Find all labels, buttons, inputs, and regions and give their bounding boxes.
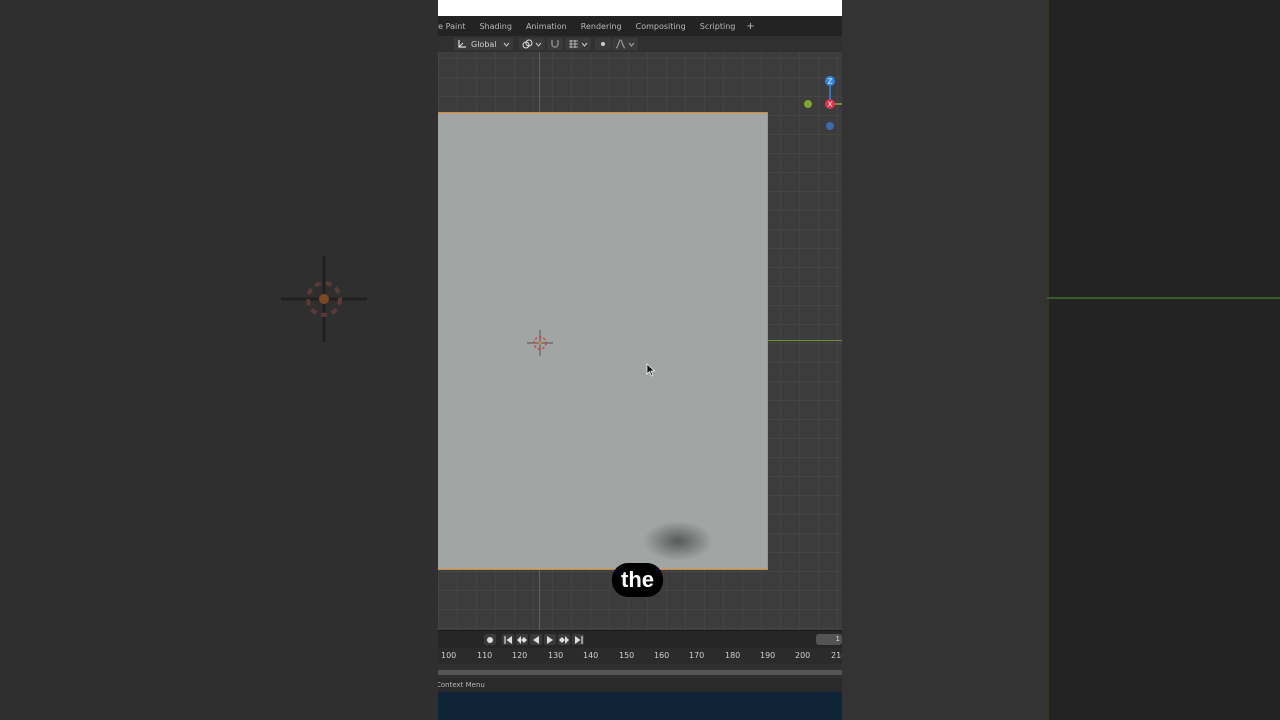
ruler-tick: 190 [760,651,776,660]
prev-keyframe-icon [517,635,527,644]
jump-to-start-button[interactable] [502,634,514,645]
ruler-tick: 160 [654,651,670,660]
viewport-header: Global [438,36,842,52]
ruler-tick: 200 [795,651,811,660]
record-button[interactable] [484,634,496,645]
playback-controls [484,634,584,645]
jump-to-end-button[interactable] [572,634,584,645]
next-keyframe-icon [559,635,569,644]
left-backdrop [0,0,438,720]
taskbar-band [438,692,842,720]
tab-texture-paint[interactable]: ure Paint [438,22,472,31]
orientation-axes-icon [458,40,466,48]
status-hint-context-menu: Context Menu [438,681,485,689]
jump-end-icon [574,635,583,644]
snap-target-dropdown[interactable] [564,38,591,50]
pivot-point-dropdown[interactable] [518,38,545,50]
play-reverse-icon [533,635,539,644]
proportional-dot-icon [600,42,605,46]
transform-orientation-dropdown[interactable]: Global [454,38,513,50]
snap-toggle[interactable] [546,38,563,50]
top-white-strip [438,0,842,16]
3d-cursor-icon [527,330,553,356]
workspace-tabs: ure Paint Shading Animation Rendering Co… [438,16,842,36]
selected-plane-object[interactable]: the [438,112,768,597]
ruler-tick: 150 [619,651,635,660]
ruler-tick: 120 [512,651,528,660]
timeline-scrollbar[interactable] [438,670,842,675]
add-workspace-button[interactable]: + [742,21,758,32]
play-icon [547,635,553,644]
play-button[interactable] [544,634,556,645]
proportional-falloff-dropdown[interactable] [611,38,638,50]
tab-shading[interactable]: Shading [472,22,519,31]
chevron-down-icon [628,42,634,47]
timeline-scroll-area[interactable] [438,664,842,678]
prev-keyframe-button[interactable] [516,634,528,645]
ruler-tick: 100 [441,651,457,660]
current-frame-field[interactable]: 1 [816,634,842,645]
chevron-down-icon [503,42,509,47]
ruler-tick: 130 [548,651,564,660]
navigation-gizmo[interactable]: Z X [800,72,842,132]
chevron-down-icon [581,42,587,47]
chevron-down-icon [535,42,541,47]
negative-z-handle-icon[interactable] [826,122,834,130]
blurred-3d-cursor-icon [281,256,367,342]
ruler-tick: 140 [583,651,599,660]
dark-panel [1047,0,1280,720]
tab-animation[interactable]: Animation [519,22,574,31]
proportional-editing-toggle[interactable] [594,38,611,50]
ruler-tick: 170 [689,651,705,660]
blender-window: ure Paint Shading Animation Rendering Co… [438,0,842,720]
x-axis-label: X [828,101,833,109]
magnet-icon [550,40,559,48]
transform-orientation-label: Global [471,39,497,49]
ruler-tick: 180 [725,651,741,660]
play-reverse-button[interactable] [530,634,542,645]
tab-compositing[interactable]: Compositing [629,22,693,31]
3d-viewport[interactable]: the Z X [438,52,842,630]
tab-rendering[interactable]: Rendering [574,22,629,31]
z-axis-label: Z [828,78,833,86]
snap-grid-icon [568,40,578,48]
timeline-header: 1 [438,630,842,649]
y-axis-handle-icon[interactable] [804,100,812,108]
falloff-curve-icon [615,39,625,49]
blurred-y-axis-line [1047,297,1280,299]
tab-scripting[interactable]: Scripting [693,22,743,31]
status-bar: Context Menu [438,678,842,692]
jump-start-icon [503,635,512,644]
mouse-pointer-icon [646,363,656,377]
caption-shadow [643,521,713,561]
right-backdrop [842,0,1280,720]
video-caption: the [612,563,663,597]
ruler-tick: 110 [477,651,493,660]
y-axis-line [768,340,842,341]
timeline-ruler[interactable]: 100 110 120 130 140 150 160 170 180 190 … [438,648,842,664]
next-keyframe-button[interactable] [558,634,570,645]
ruler-tick: 21( [831,651,842,660]
link-icon [522,39,533,49]
record-dot-icon [487,636,493,643]
